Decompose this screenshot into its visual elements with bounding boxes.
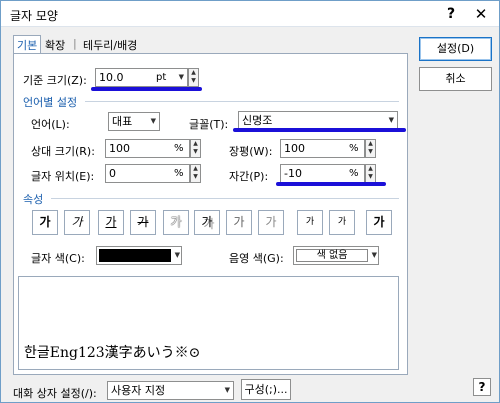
shade-color-label: 음영 색(G): xyxy=(229,252,284,265)
language-label: 언어(L): xyxy=(31,118,70,131)
base-size-unit: pt xyxy=(156,72,167,83)
help-button[interactable]: ? xyxy=(473,378,491,396)
shadow-button[interactable]: 가 xyxy=(194,210,220,235)
italic-button[interactable]: 가 xyxy=(64,210,90,235)
lang-section-title: 언어별 설정 xyxy=(23,96,78,109)
title-bar: 글자 모양 ? ✕ xyxy=(1,1,499,27)
char-shape-dialog: 글자 모양 ? ✕ 기본 확장 | 테두리/배경 기준 크기(Z): 10.0 … xyxy=(0,0,500,403)
highlight-mark xyxy=(91,87,202,91)
font-value: 신명조 xyxy=(242,114,273,127)
preview-text: 한글Eng123漢字あいう※⊙ xyxy=(24,345,201,361)
char-position-unit: % xyxy=(174,168,184,179)
base-size-label: 기준 크기(Z): xyxy=(23,74,87,87)
subscript-button[interactable]: 가 xyxy=(329,210,355,235)
window-title: 글자 모양 xyxy=(10,9,58,23)
width-ratio-unit: % xyxy=(349,143,359,154)
language-select[interactable]: 대표 ▼ xyxy=(108,112,160,131)
tab-separator: | xyxy=(73,37,77,50)
base-size-stepper[interactable]: ▲ ▼ xyxy=(188,68,199,87)
small-caps-button[interactable]: 가 xyxy=(366,210,392,235)
highlight-mark xyxy=(233,128,406,132)
text-color-label: 글자 색(C): xyxy=(31,252,85,265)
relative-size-unit: % xyxy=(174,143,184,154)
shade-color-swatch: 색 없음 xyxy=(296,249,368,262)
preview-box: 한글Eng123漢字あいう※⊙ xyxy=(18,276,399,370)
char-spacing-unit: % xyxy=(349,168,359,179)
relative-size-value: 100 xyxy=(109,142,130,155)
chevron-down-icon: ▼ xyxy=(174,251,180,259)
bold-button[interactable]: 가 xyxy=(32,210,58,235)
relative-size-label: 상대 크기(R): xyxy=(31,145,95,158)
attr-section-title: 속성 xyxy=(23,193,44,206)
base-size-value: 10.0 xyxy=(99,71,124,84)
divider xyxy=(51,198,399,199)
relative-size-stepper[interactable]: ▲ ▼ xyxy=(190,139,201,158)
shade-color-picker[interactable]: 색 없음 ▼ xyxy=(293,246,379,265)
width-ratio-value: 100 xyxy=(284,142,305,155)
outline-button[interactable]: 가 xyxy=(163,210,189,235)
chevron-down-icon: ▼ xyxy=(150,117,156,125)
ok-button[interactable]: 설정(D) xyxy=(419,37,492,61)
emboss-button[interactable]: 가 xyxy=(226,210,252,235)
highlight-mark xyxy=(276,182,386,186)
relative-size-input[interactable]: 100 % xyxy=(105,139,190,158)
width-ratio-label: 장평(W): xyxy=(229,145,273,158)
language-value: 대표 xyxy=(112,115,133,128)
chevron-down-icon[interactable]: ▼ xyxy=(179,69,184,86)
engrave-button[interactable]: 가 xyxy=(258,210,284,235)
chevron-down-icon: ▼ xyxy=(224,386,230,394)
base-size-input[interactable]: 10.0 pt ▼ xyxy=(95,68,188,87)
text-color-picker[interactable]: ▼ xyxy=(96,246,182,265)
divider xyxy=(85,101,399,102)
char-position-stepper[interactable]: ▲ ▼ xyxy=(190,164,201,183)
config-button[interactable]: 구성(;)... xyxy=(241,379,291,400)
tab-extended[interactable]: 확장 xyxy=(45,37,65,53)
char-position-input[interactable]: 0 % xyxy=(105,164,190,183)
dialog-setting-value: 사용자 지정 xyxy=(111,384,166,397)
dialog-setting-select[interactable]: 사용자 지정 ▼ xyxy=(107,381,234,400)
strikethrough-button[interactable]: 가 xyxy=(130,210,156,235)
tab-border-background[interactable]: 테두리/배경 xyxy=(83,37,137,53)
dialog-setting-label: 대화 상자 설정(/): xyxy=(13,387,97,400)
char-position-label: 글자 위치(E): xyxy=(31,170,95,183)
superscript-button[interactable]: 가 xyxy=(297,210,323,235)
char-spacing-label: 자간(P): xyxy=(229,170,269,183)
help-icon[interactable]: ? xyxy=(441,4,461,24)
char-spacing-stepper[interactable]: ▲ ▼ xyxy=(365,164,376,183)
cancel-button[interactable]: 취소 xyxy=(419,67,492,91)
char-spacing-input[interactable]: -10 % xyxy=(280,164,365,183)
font-label: 글꼴(T): xyxy=(189,118,229,131)
tab-basic[interactable]: 기본 xyxy=(13,35,42,54)
close-icon[interactable]: ✕ xyxy=(471,4,491,24)
underline-button[interactable]: 가 xyxy=(98,210,124,235)
width-ratio-input[interactable]: 100 % xyxy=(280,139,365,158)
char-spacing-value: -10 xyxy=(284,167,302,180)
chevron-down-icon: ▼ xyxy=(388,116,394,124)
text-color-swatch xyxy=(99,249,171,262)
char-position-value: 0 xyxy=(109,167,116,180)
width-ratio-stepper[interactable]: ▲ ▼ xyxy=(365,139,376,158)
chevron-down-icon: ▼ xyxy=(371,251,377,259)
